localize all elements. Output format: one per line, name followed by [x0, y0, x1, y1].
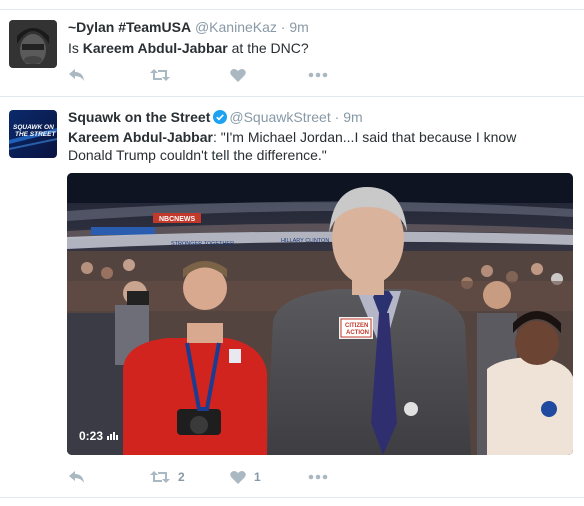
- display-name[interactable]: ~Dylan #TeamUSA: [68, 19, 191, 35]
- timestamp[interactable]: 9m: [343, 109, 362, 125]
- user-handle[interactable]: @SquawkStreet: [229, 109, 330, 125]
- avatar[interactable]: SQUAWK ON THE STREET: [9, 110, 57, 158]
- tweet-text-part: at the DNC?: [227, 40, 309, 56]
- tweet-text: Is Kareem Abdul-Jabbar at the DNC?: [68, 39, 568, 57]
- reply-button[interactable]: [68, 66, 86, 84]
- avatar-logo-text: SQUAWK ON: [13, 124, 54, 131]
- retweet-icon: [150, 69, 170, 81]
- separator-dot: ·: [280, 19, 286, 35]
- avatar[interactable]: [9, 20, 57, 68]
- tweet[interactable]: SQUAWK ON THE STREET Squawk on the Stree…: [0, 97, 584, 497]
- tweet-text-bold: Kareem Abdul-Jabbar: [68, 129, 213, 145]
- tweet-text-part: Is: [68, 40, 83, 56]
- retweet-icon: [150, 471, 170, 483]
- arena-banner-text: STRONGER TOGETHER: [171, 241, 234, 247]
- separator-dot: ·: [334, 109, 340, 125]
- like-button[interactable]: 1: [230, 468, 261, 486]
- more-button[interactable]: [308, 468, 328, 486]
- like-button[interactable]: [230, 66, 246, 84]
- more-dots-icon: [308, 474, 328, 480]
- badge-text: ACTION: [346, 330, 369, 336]
- reply-icon: [69, 69, 84, 81]
- tweet-divider: [0, 497, 584, 498]
- more-dots-icon: [308, 72, 328, 78]
- tweet-header: Squawk on the Street @SquawkStreet · 9m: [68, 109, 363, 127]
- verified-badge-icon: [213, 110, 228, 127]
- timestamp[interactable]: 9m: [289, 19, 308, 35]
- video-duration-text: 0:23: [79, 429, 104, 443]
- tweet-text-part: Donald Trump couldn't tell the differenc…: [68, 147, 327, 163]
- tweet-text-part: : "I'm Michael Jordan...I said that beca…: [212, 129, 517, 145]
- retweet-count: 2: [178, 470, 185, 484]
- video-duration: 0:23: [79, 429, 119, 443]
- user-handle[interactable]: @KanineKaz: [195, 19, 277, 35]
- display-name[interactable]: Squawk on the Street: [68, 109, 210, 125]
- badge-text: CITIZEN: [345, 323, 368, 329]
- heart-icon: [230, 68, 246, 82]
- video-thumbnail: NBCNEWS STRONGER TOGETHER HILLARY CLINTO…: [67, 173, 573, 455]
- heart-icon: [230, 470, 246, 484]
- like-count: 1: [254, 470, 261, 484]
- tweet[interactable]: ~Dylan #TeamUSA @KanineKaz · 9m Is Karee…: [0, 10, 584, 96]
- reply-icon: [69, 471, 84, 483]
- tweet-text: Kareem Abdul-Jabbar: "I'm Michael Jordan…: [68, 128, 568, 164]
- reply-button[interactable]: [68, 468, 86, 486]
- tweet-header: ~Dylan #TeamUSA @KanineKaz · 9m: [68, 19, 309, 35]
- video-player[interactable]: NBCNEWS STRONGER TOGETHER HILLARY CLINTO…: [67, 173, 573, 455]
- volume-bars-icon: [107, 432, 119, 440]
- arena-banner-text: HILLARY CLINTON: [281, 238, 329, 244]
- retweet-button[interactable]: [150, 66, 170, 84]
- avatar-logo-text: THE STREET: [15, 131, 56, 138]
- tweet-text-bold: Kareem Abdul-Jabbar: [82, 40, 228, 56]
- arena-banner-text: NBCNEWS: [159, 216, 195, 223]
- more-button[interactable]: [308, 66, 328, 84]
- retweet-button[interactable]: 2: [150, 468, 185, 486]
